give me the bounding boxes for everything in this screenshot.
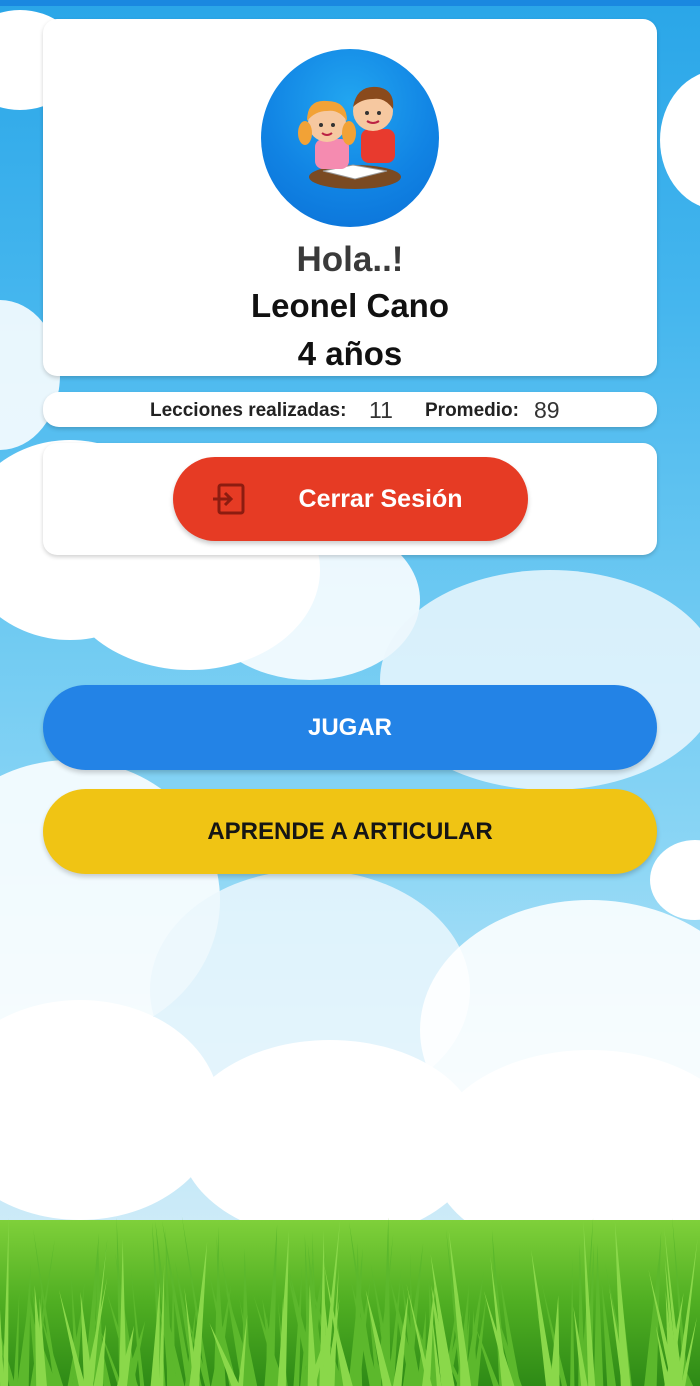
kids-reading-icon [298, 86, 401, 189]
greeting-text: Hola..! [296, 240, 404, 279]
user-age: 4 años [297, 335, 403, 372]
lessons-value: 11 [369, 397, 393, 423]
stats-bar: Lecciones realizadas: 11 Promedio: 89 [43, 392, 657, 427]
logout-card: Cerrar Sesión [43, 443, 657, 555]
play-button[interactable]: JUGAR [43, 685, 657, 770]
profile-card: Hola..! Leonel Cano 4 años [43, 19, 657, 376]
logout-button[interactable]: Cerrar Sesión [173, 457, 528, 541]
logout-icon [213, 483, 245, 515]
logout-label: Cerrar Sesión [298, 485, 463, 513]
status-bar-strip [0, 0, 700, 6]
user-name: Leonel Cano [250, 287, 450, 324]
cloud-shape [650, 840, 700, 920]
lessons-label: Lecciones realizadas: [150, 400, 347, 421]
learn-articulate-button[interactable]: APRENDE A ARTICULAR [43, 789, 657, 874]
kids-reading-avatar [261, 49, 439, 227]
average-value: 89 [534, 397, 560, 423]
cloud-shape [660, 70, 700, 210]
average-label: Promedio: [425, 400, 519, 421]
grass-illustration [0, 1216, 700, 1386]
